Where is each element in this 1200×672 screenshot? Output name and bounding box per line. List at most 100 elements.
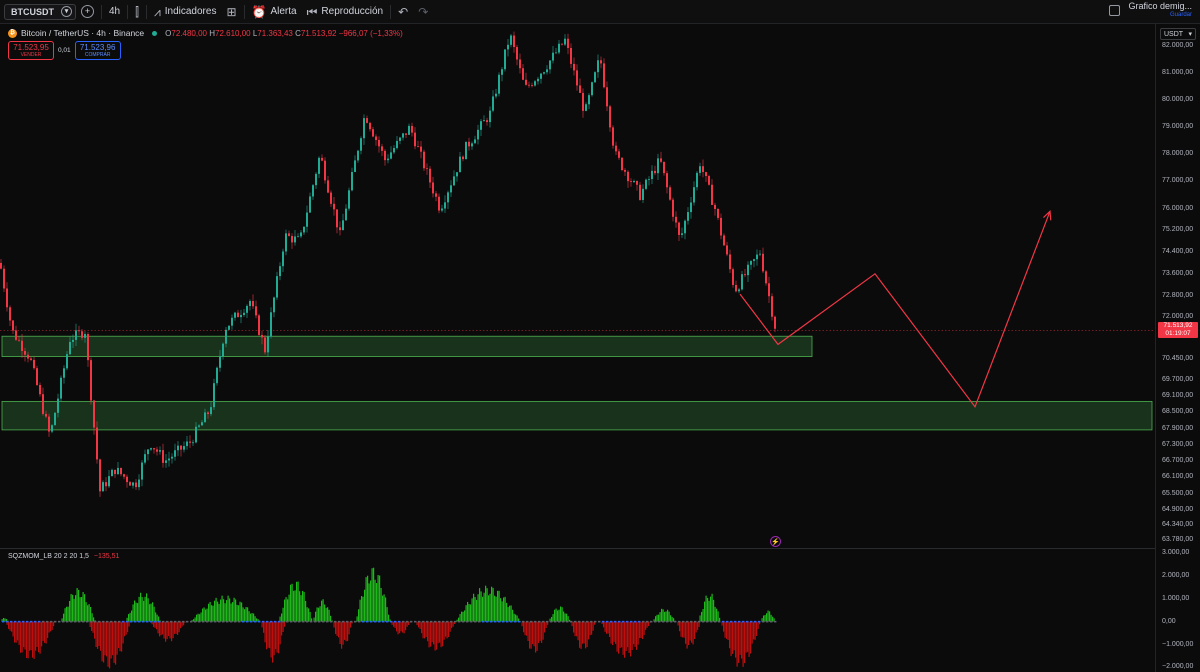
candle-body [69,341,71,355]
squeeze-dot [678,620,681,623]
price-axis[interactable]: USDT ▾ 71.513,92 01:19:07 82.000,00 81.00… [1155,24,1200,672]
squeeze-dot [138,620,141,623]
chart-type-button[interactable]: ⫿ [130,2,144,22]
candle-body [114,469,116,475]
squeeze-dot [714,620,717,623]
momentum-bar [431,621,433,643]
squeeze-dot [470,620,473,623]
momentum-bar [588,621,590,640]
squeeze-dot [698,620,701,623]
squeeze-dot [426,620,429,623]
momentum-bar [226,600,228,622]
momentum-bar [582,621,584,644]
momentum-bar [446,621,448,639]
candle-body [588,95,590,105]
momentum-bar [29,621,31,651]
momentum-bar [118,621,120,649]
momentum-bar [178,621,180,633]
candle-body [0,262,2,269]
momentum-bar [159,621,161,637]
squeeze-dot [410,620,413,623]
price-axis-label: 76.000,00 [1162,204,1194,212]
price-axis-label: 69.700,00 [1162,375,1194,383]
candle-body [135,482,137,488]
squeeze-dot [466,620,469,623]
candle-body [702,166,704,173]
squeeze-dot [610,620,613,623]
indicators-button[interactable]: ⩘ Indicadores [149,2,221,22]
squeeze-dot [438,620,441,623]
momentum-bar [129,612,131,622]
squeeze-dot [282,620,285,623]
candle-body [687,212,689,221]
momentum-bar [140,592,142,622]
interval-button[interactable]: 4h [104,2,125,22]
momentum-bar [89,621,91,628]
momentum-bar [667,609,669,622]
templates-button[interactable]: ⊞ [221,2,241,22]
momentum-bar [319,606,321,622]
price-chart[interactable] [0,24,1155,548]
momentum-bar [767,610,769,622]
candle-body [21,340,23,352]
candle-body [78,330,80,332]
momentum-bar [50,621,52,632]
alert-button[interactable]: ⏰ Alerta [247,2,302,22]
lightning-icon[interactable]: ⚡ [770,536,781,547]
symbol-search[interactable]: BTCUSDT ▾ [4,3,76,20]
redo-button[interactable]: ↷ [413,2,433,22]
candle-body [492,96,494,111]
candle-body [216,367,218,384]
momentum-bar [708,600,710,622]
candle-body [240,314,242,318]
candle-body [714,204,716,209]
candle-body [348,190,350,209]
momentum-bar [451,621,453,629]
momentum-bar [745,621,747,653]
candle-body [372,129,374,137]
squeeze-momentum-pane[interactable] [0,549,1155,672]
undo-button[interactable]: ↶ [393,2,413,22]
momentum-bar [753,621,755,640]
candle-body [480,121,482,130]
candle-body [564,38,566,45]
momentum-bar [36,621,38,648]
candle-body [600,60,602,64]
momentum-bar [643,621,645,636]
momentum-bar [445,621,447,637]
squeeze-dot [298,620,301,623]
candle-body [501,69,503,75]
momentum-bar [585,621,587,649]
replay-button[interactable]: ⏮ Reproducción [302,2,389,22]
momentum-bar [103,621,105,663]
momentum-bar [172,621,174,639]
momentum-bar [592,621,594,631]
currency-selector[interactable]: USDT ▾ [1160,28,1196,40]
squeeze-dot [694,620,697,623]
momentum-bar [104,621,106,656]
momentum-bar [554,609,556,622]
momentum-bar [580,621,582,649]
compare-button[interactable]: + [76,2,99,22]
candle-body [12,320,14,331]
buy-button[interactable]: 71.523,96 COMPRAR [74,41,121,60]
symbol-options-icon[interactable]: ▾ [61,6,72,17]
indicator-legend[interactable]: SQZMOM_LB 20 2 20 1,5 −135,51 [8,553,119,560]
momentum-bar [739,621,741,655]
candle-body [510,35,512,45]
candle-body [684,220,686,234]
candle-body [618,151,620,158]
momentum-bar [631,621,633,651]
squeeze-dot [142,620,145,623]
save-layout-button[interactable]: Grafico demig... Guardar [1128,2,1192,19]
momentum-bar [402,621,404,633]
candle-body [402,133,404,138]
sell-price: 71.523,95 [13,42,49,52]
candle-body [474,139,476,144]
sell-button[interactable]: 71.523,95 VENDER [8,41,54,60]
momentum-bar [282,607,284,622]
momentum-bar [266,621,268,650]
momentum-bar [127,621,129,633]
layout-checkbox[interactable] [1109,4,1121,16]
candle-body [405,133,407,135]
